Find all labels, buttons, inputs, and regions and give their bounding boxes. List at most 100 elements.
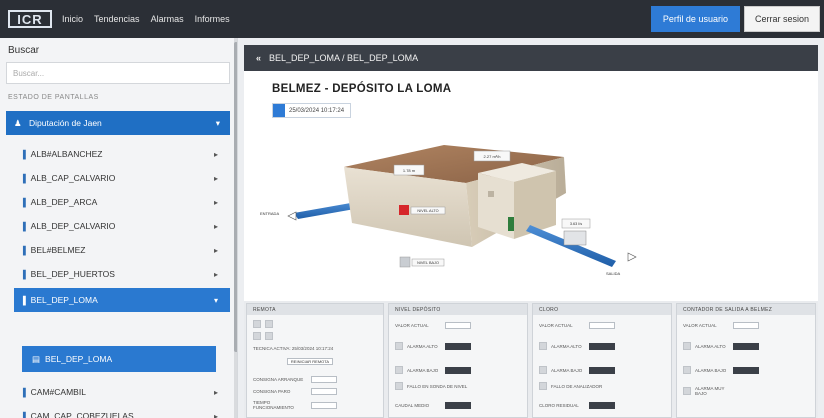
chevron-right-icon: ▸ [213, 245, 218, 255]
sidebar-subitem[interactable]: ▤ BEL_DEP_LOMA [22, 346, 216, 372]
breadcrumb-bar: « BEL_DEP_LOMA / BEL_DEP_LOMA [244, 45, 818, 71]
value-field[interactable] [733, 322, 759, 329]
value-field[interactable] [589, 342, 615, 350]
nav-tendencias[interactable]: Tendencias [94, 14, 140, 24]
logout-button[interactable]: Cerrar sesion [743, 6, 820, 32]
chevron-right-icon: ▸ [213, 269, 218, 279]
sidebar-item-label: CAM#CAMBIL [30, 387, 86, 397]
panel-row: REINICIAR REMOTA [287, 358, 333, 365]
panel-row: FALLO DE ANALIZADOR [539, 382, 602, 390]
alarm-indicator [683, 366, 691, 374]
alarm-icon[interactable] [399, 205, 409, 215]
sidebar-item-label: BEL_DEP_LOMA [30, 295, 98, 305]
value-field[interactable] [589, 322, 615, 329]
row-label: ALARMA BAJO [407, 367, 439, 373]
sidebar-item-label: CAM_CAP_COBEZUELAS [30, 411, 134, 418]
chevron-down-icon: ▾ [213, 295, 218, 305]
timestamp: 25/03/2024 10:17:24 [289, 107, 345, 114]
alarm-indicator [683, 342, 691, 350]
sidebar-item[interactable]: ▐ ALB_DEP_ARCA ▸ [14, 190, 230, 214]
sidebar-item-label: BEL_DEP_HUERTOS [30, 269, 115, 279]
alarm-indicator [539, 342, 547, 350]
reset-remote-button[interactable]: REINICIAR REMOTA [287, 358, 333, 365]
value-field[interactable] [733, 366, 759, 374]
panel-row: ALARMA MUY BAJO [683, 386, 733, 396]
main-nav: Inicio Tendencias Alarmas Informes [62, 14, 241, 24]
sidebar-item[interactable]: ▐ BEL_DEP_HUERTOS ▸ [14, 262, 230, 286]
value-field[interactable] [311, 401, 337, 409]
timestamp-box: 25/03/2024 10:17:24 [272, 103, 352, 118]
chevron-right-icon: ▸ [213, 149, 218, 159]
status-indicator [253, 332, 261, 340]
sidebar-item-label: ALB_DEP_ARCA [30, 197, 98, 207]
nav-alarmas[interactable]: Alarmas [151, 14, 184, 24]
sidebar-group-diputacion[interactable]: ♟ Diputación de Jaen ▾ [6, 111, 230, 135]
sidebar-subitem-label: BEL_DEP_LOMA [45, 354, 113, 364]
row-label: VALOR ACTUAL [683, 323, 717, 328]
main-panel: « BEL_DEP_LOMA / BEL_DEP_LOMA BELMEZ - D… [244, 45, 818, 418]
value-field[interactable] [445, 322, 471, 329]
tank-scene: 1.78 m 2.27 m³/h NIVEL ALTO NIVEL BAJO 3… [260, 145, 637, 276]
user-icon: ♟ [14, 117, 22, 128]
inlet-label: ENTRADA [260, 211, 279, 216]
sidebar: Buscar Buscar... ESTADO DE PANTALLAS ♟ D… [0, 38, 238, 418]
valve-tag-text: 3.63 l/s [570, 222, 582, 226]
bar-chart-icon: ▐ [20, 387, 26, 397]
scrollbar-thumb[interactable] [234, 42, 237, 352]
level-low-tag-text: NIVEL BAJO [417, 261, 439, 265]
panel-contador-salida: CONTADOR DE SALIDA A BELMEZ VALOR ACTUAL… [676, 303, 816, 418]
app-logo[interactable]: ICR [8, 10, 52, 28]
value-field[interactable] [311, 388, 337, 395]
value-field[interactable] [445, 342, 471, 350]
chevron-right-icon: ▸ [213, 411, 218, 418]
panel-row: CAUDAL MEDIO [395, 402, 471, 409]
sidebar-item[interactable]: ▐ ALB_CAP_CALVARIO ▸ [14, 166, 230, 190]
valve-icon[interactable] [563, 230, 587, 246]
panel-remota: REMOTA TECNICA ACTIVA: 25/03/2024 10:17:… [246, 303, 384, 418]
screen-icon: ▤ [32, 353, 41, 364]
sidebar-item[interactable]: ▐ CAM_CAP_COBEZUELAS ▸ [14, 404, 230, 418]
level-low-icon[interactable] [399, 256, 411, 268]
bar-chart-icon: ▐ [20, 411, 26, 418]
sidebar-item[interactable]: ▐ ALB#ALBANCHEZ ▸ [14, 142, 230, 166]
panel-row: ALARMA BAJO [395, 366, 471, 374]
value-field[interactable] [311, 376, 337, 383]
sidebar-item[interactable]: ▐ ALB_DEP_CALVARIO ▸ [14, 214, 230, 238]
sidebar-item-label: ALB_DEP_CALVARIO [30, 221, 116, 231]
value-field[interactable] [733, 342, 759, 350]
row-label: ALARMA MUY BAJO [695, 386, 725, 396]
panel-nivel-deposito: NIVEL DEPÓSITO VALOR ACTUAL ALARMA ALTO … [388, 303, 528, 418]
panel-row: TIEMPO FUNCIONAMIENTO [253, 400, 337, 410]
bar-chart-icon: ▐ [20, 173, 26, 183]
panel-title: REMOTA [247, 304, 383, 315]
nav-inicio[interactable]: Inicio [62, 14, 83, 24]
panel-row: CONSIGNA PARO [253, 388, 337, 395]
value-field[interactable] [589, 402, 615, 409]
sidebar-item[interactable]: ▐ BEL#BELMEZ ▸ [14, 238, 230, 262]
row-label: VALOR ACTUAL [539, 323, 573, 328]
back-icon[interactable]: « [256, 53, 261, 63]
row-label: ALARMA ALTO [551, 343, 582, 349]
row-label: CLORO RESIDUAL [539, 403, 579, 408]
panel-row: CLORO RESIDUAL [539, 402, 615, 409]
row-label: ALARMA BAJO [695, 367, 727, 373]
sidebar-item[interactable]: ▐ BEL_DEP_LOMA ▾ [14, 288, 230, 312]
row-label: VALOR ACTUAL [395, 323, 429, 328]
nav-informes[interactable]: Informes [195, 14, 230, 24]
panel-row: ALARMA ALTO [395, 342, 471, 350]
sidebar-item[interactable]: ▐ CAM#CAMBIL ▸ [14, 380, 230, 404]
value-field[interactable] [589, 366, 615, 374]
value-field[interactable] [445, 366, 471, 374]
alarm-indicator [683, 387, 691, 395]
sidebar-group-label: Diputación de Jaen [29, 118, 102, 128]
sidebar-scrollbar[interactable] [234, 38, 237, 418]
alarm-indicator [395, 366, 403, 374]
value-field[interactable] [445, 402, 471, 409]
panel-row: ALARMA ALTO [539, 342, 615, 350]
search-input[interactable]: Buscar... [6, 62, 230, 84]
profile-button[interactable]: Perfil de usuario [650, 6, 740, 32]
panel-row: TECNICA ACTIVA: 25/03/2024 10:17:24 [253, 346, 333, 351]
chevron-right-icon: ▸ [213, 221, 218, 231]
panel-row: ALARMA ALTO [683, 342, 759, 350]
bar-chart-icon: ▐ [20, 269, 26, 279]
